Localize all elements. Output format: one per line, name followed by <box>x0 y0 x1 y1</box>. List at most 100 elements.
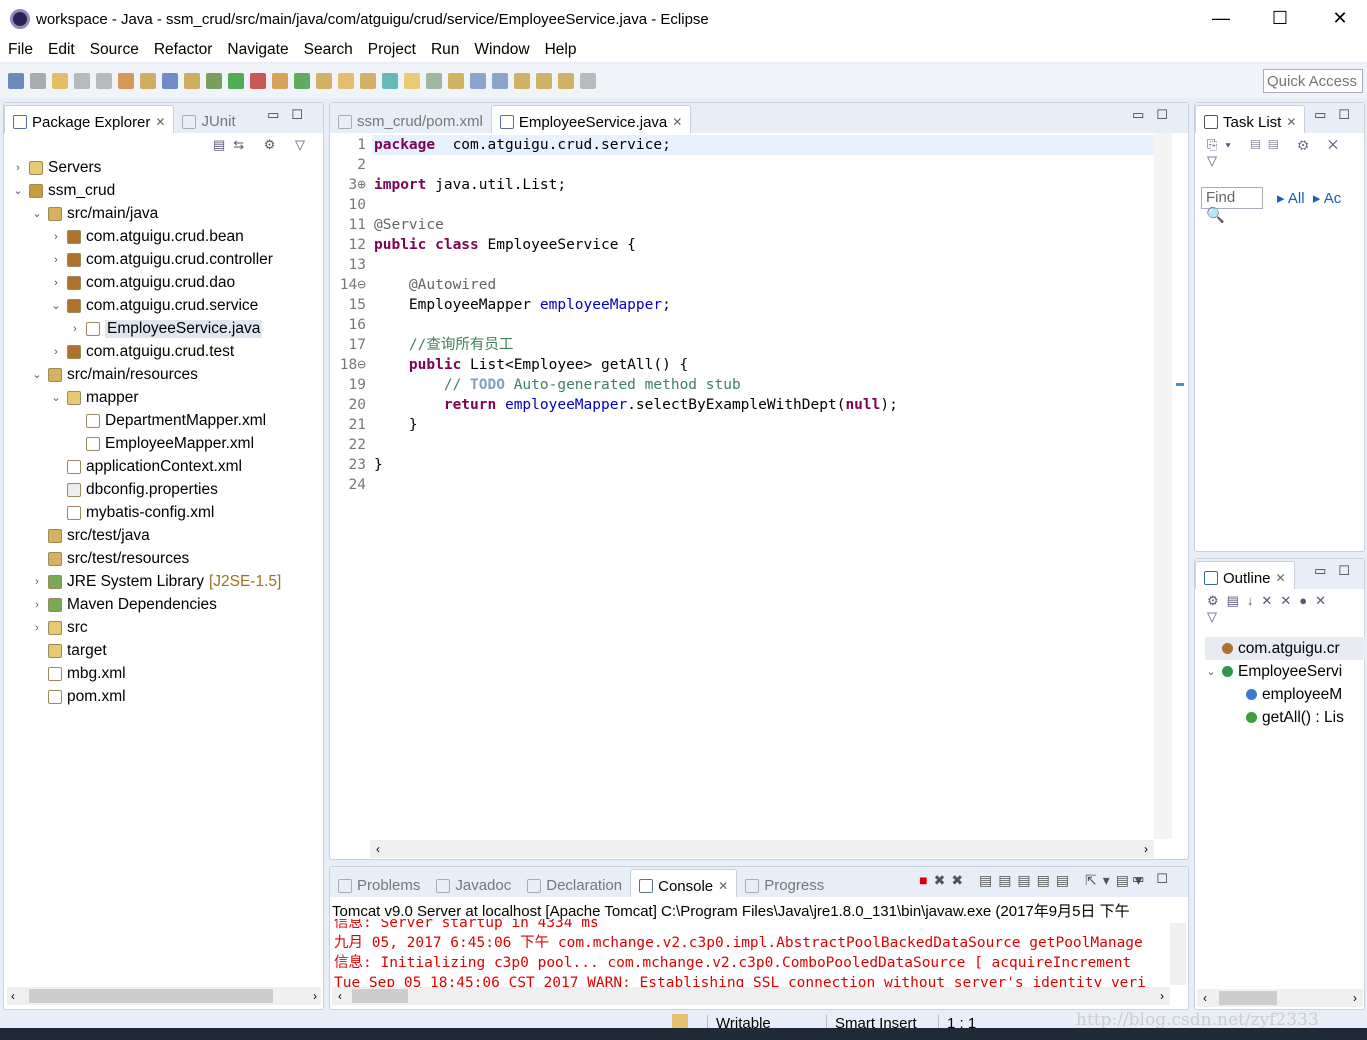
toolbar-button-icon[interactable] <box>74 73 90 89</box>
toolbar-button-icon[interactable] <box>96 73 112 89</box>
expand-arrow-icon[interactable]: ⌄ <box>50 299 62 312</box>
expand-arrow-icon[interactable]: › <box>31 576 43 588</box>
menu-refactor[interactable]: Refactor <box>146 38 220 62</box>
maximize-button[interactable]: ☐ <box>1265 8 1295 29</box>
toolbar-button-icon[interactable] <box>8 73 24 89</box>
expand-arrow-icon[interactable]: › <box>31 622 43 634</box>
code-line[interactable]: import java.util.List; <box>374 175 566 195</box>
menu-run[interactable]: Run <box>423 38 466 62</box>
tree-item-pom-xml[interactable]: pom.xml <box>31 685 126 708</box>
expand-arrow-icon[interactable]: › <box>50 231 62 243</box>
horizontal-scrollbar[interactable]: ‹ › <box>7 987 321 1005</box>
code-line[interactable]: @Service <box>374 215 444 235</box>
tree-item-com-atguigu-crud-test[interactable]: › com.atguigu.crud.test <box>50 340 234 363</box>
tree-item-src-test-java[interactable]: src/test/java <box>31 524 150 547</box>
close-icon[interactable]: ✕ <box>1276 571 1286 585</box>
menu-search[interactable]: Search <box>296 38 360 62</box>
tab-console[interactable]: Console ✕ <box>630 869 738 897</box>
code-line[interactable]: //查询所有员工 <box>374 335 513 355</box>
menu-source[interactable]: Source <box>82 38 146 62</box>
expand-arrow-icon[interactable]: ⌄ <box>12 184 24 197</box>
code-line[interactable]: EmployeeMapper employeeMapper; <box>374 295 671 315</box>
close-button[interactable]: ✕ <box>1325 8 1355 29</box>
toolbar-button-icon[interactable] <box>140 73 156 89</box>
toolbar-button-icon[interactable] <box>250 73 266 89</box>
expand-arrow-icon[interactable]: ⌄ <box>1205 665 1217 678</box>
tree-item-servers[interactable]: › Servers <box>12 156 101 179</box>
tree-item-com-atguigu-crud-controller[interactable]: › com.atguigu.crud.controller <box>50 248 273 271</box>
expand-arrow-icon[interactable]: › <box>69 323 81 335</box>
expand-arrow-icon[interactable]: › <box>12 162 24 174</box>
toolbar-button-icon[interactable] <box>228 73 244 89</box>
tab-package-explorer[interactable]: Package Explorer ✕ <box>4 105 175 133</box>
minimize-button[interactable]: — <box>1206 8 1236 29</box>
menu-edit[interactable]: Edit <box>40 38 82 62</box>
toolbar-button-icon[interactable] <box>536 73 552 89</box>
outline-horizontal-scrollbar[interactable]: ‹ › <box>1197 989 1363 1007</box>
expand-arrow-icon[interactable]: ⌄ <box>31 207 43 220</box>
code-line[interactable]: public class EmployeeService { <box>374 235 636 255</box>
tree-item-maven-dependencies[interactable]: › Maven Dependencies <box>31 593 217 616</box>
tree-item-dbconfig-properties[interactable]: dbconfig.properties <box>50 478 218 501</box>
console-toolbar[interactable]: ■✖✖ ▤▤▤▤▤ ⇱▾▤▾ <box>919 872 1148 889</box>
outline-item-com-atguigu-cr[interactable]: com.atguigu.cr <box>1205 637 1365 660</box>
toolbar-button-icon[interactable] <box>30 73 46 89</box>
tree-item-src-main-java[interactable]: ⌄ src/main/java <box>31 202 158 225</box>
code-line[interactable]: @Autowired <box>374 275 496 295</box>
code-line[interactable]: } <box>374 455 383 475</box>
toolbar-button-icon[interactable] <box>580 73 596 89</box>
tab-employeeservice-java[interactable]: EmployeeService.java ✕ <box>490 105 692 133</box>
tree-item-jre-system-library[interactable]: › JRE System Library [J2SE-1.5] <box>31 570 281 593</box>
code-line[interactable]: public List<Employee> getAll() { <box>374 355 688 375</box>
view-toolbar[interactable]: ▤⇆ ⚙ ▽ <box>213 137 313 153</box>
outline-toolbar[interactable]: ⚙▤↓✕✕●✕ ▽ <box>1207 593 1334 625</box>
quick-access-input[interactable] <box>1263 69 1363 93</box>
expand-arrow-icon[interactable]: ⌄ <box>50 391 62 404</box>
console-output[interactable]: 信息: Server startup in 4334 ms 九月 05, 2017… <box>330 919 1166 987</box>
tab-junit[interactable]: JUnit <box>174 105 243 133</box>
editor-min-max-buttons[interactable]: ▭☐ <box>1132 107 1180 123</box>
tree-item-ssm-crud[interactable]: ⌄ ssm_crud <box>12 179 115 202</box>
tab-task-list[interactable]: Task List ✕ <box>1195 105 1306 133</box>
tree-item-employeemapper-xml[interactable]: EmployeeMapper.xml <box>69 432 254 455</box>
code-editor[interactable]: 1 package com.atguigu.crud.service; 2 3⊕ imp… <box>330 135 1150 835</box>
toolbar-button-icon[interactable] <box>184 73 200 89</box>
find-input[interactable]: Find 🔍 <box>1201 187 1263 224</box>
expand-arrow-icon[interactable]: › <box>50 254 62 266</box>
toolbar-button-icon[interactable] <box>448 73 464 89</box>
view-min-max-buttons[interactable]: ▭☐ <box>267 107 315 123</box>
close-icon[interactable]: ✕ <box>672 115 682 129</box>
tab-outline[interactable]: Outline ✕ <box>1195 561 1295 589</box>
code-line[interactable]: } <box>374 415 418 435</box>
tab-javadoc[interactable]: Javadoc <box>428 869 519 897</box>
toolbar-button-icon[interactable] <box>294 73 310 89</box>
tree-item-com-atguigu-crud-dao[interactable]: › com.atguigu.crud.dao <box>50 271 235 294</box>
menu-file[interactable]: File <box>0 38 40 62</box>
tab-declaration[interactable]: Declaration <box>519 869 630 897</box>
menu-navigate[interactable]: Navigate <box>219 38 295 62</box>
menu-help[interactable]: Help <box>537 38 584 62</box>
tree-item-mbg-xml[interactable]: mbg.xml <box>31 662 126 685</box>
tree-item-com-atguigu-crud-bean[interactable]: › com.atguigu.crud.bean <box>50 225 244 248</box>
console-vertical-scrollbar[interactable] <box>1170 923 1186 985</box>
toolbar-button-icon[interactable] <box>426 73 442 89</box>
editor-horizontal-scrollbar[interactable]: ‹ › <box>370 840 1154 858</box>
toolbar-button-icon[interactable] <box>492 73 508 89</box>
menu-window[interactable]: Window <box>466 38 536 62</box>
tree-item-mapper[interactable]: ⌄ mapper <box>50 386 138 409</box>
console-horizontal-scrollbar[interactable]: ‹ › <box>332 987 1170 1005</box>
expand-arrow-icon[interactable]: › <box>31 599 43 611</box>
code-line[interactable]: // TODO Auto-generated method stub <box>374 375 741 395</box>
code-line[interactable]: return employeeMapper.selectByExampleWit… <box>374 395 898 415</box>
toolbar-button-icon[interactable] <box>360 73 376 89</box>
code-line[interactable]: package com.atguigu.crud.service; <box>374 135 671 155</box>
tree-item-src[interactable]: › src <box>31 616 88 639</box>
close-icon[interactable]: ✕ <box>718 879 728 893</box>
tree-item-com-atguigu-crud-service[interactable]: ⌄ com.atguigu.crud.service <box>50 294 258 317</box>
toolbar-button-icon[interactable] <box>404 73 420 89</box>
toolbar-button-icon[interactable] <box>382 73 398 89</box>
close-icon[interactable]: ✕ <box>1286 115 1296 129</box>
close-icon[interactable]: ✕ <box>155 115 165 129</box>
tree-item-employeeservice-java[interactable]: › EmployeeService.java <box>69 317 263 340</box>
toolbar-button-icon[interactable] <box>558 73 574 89</box>
